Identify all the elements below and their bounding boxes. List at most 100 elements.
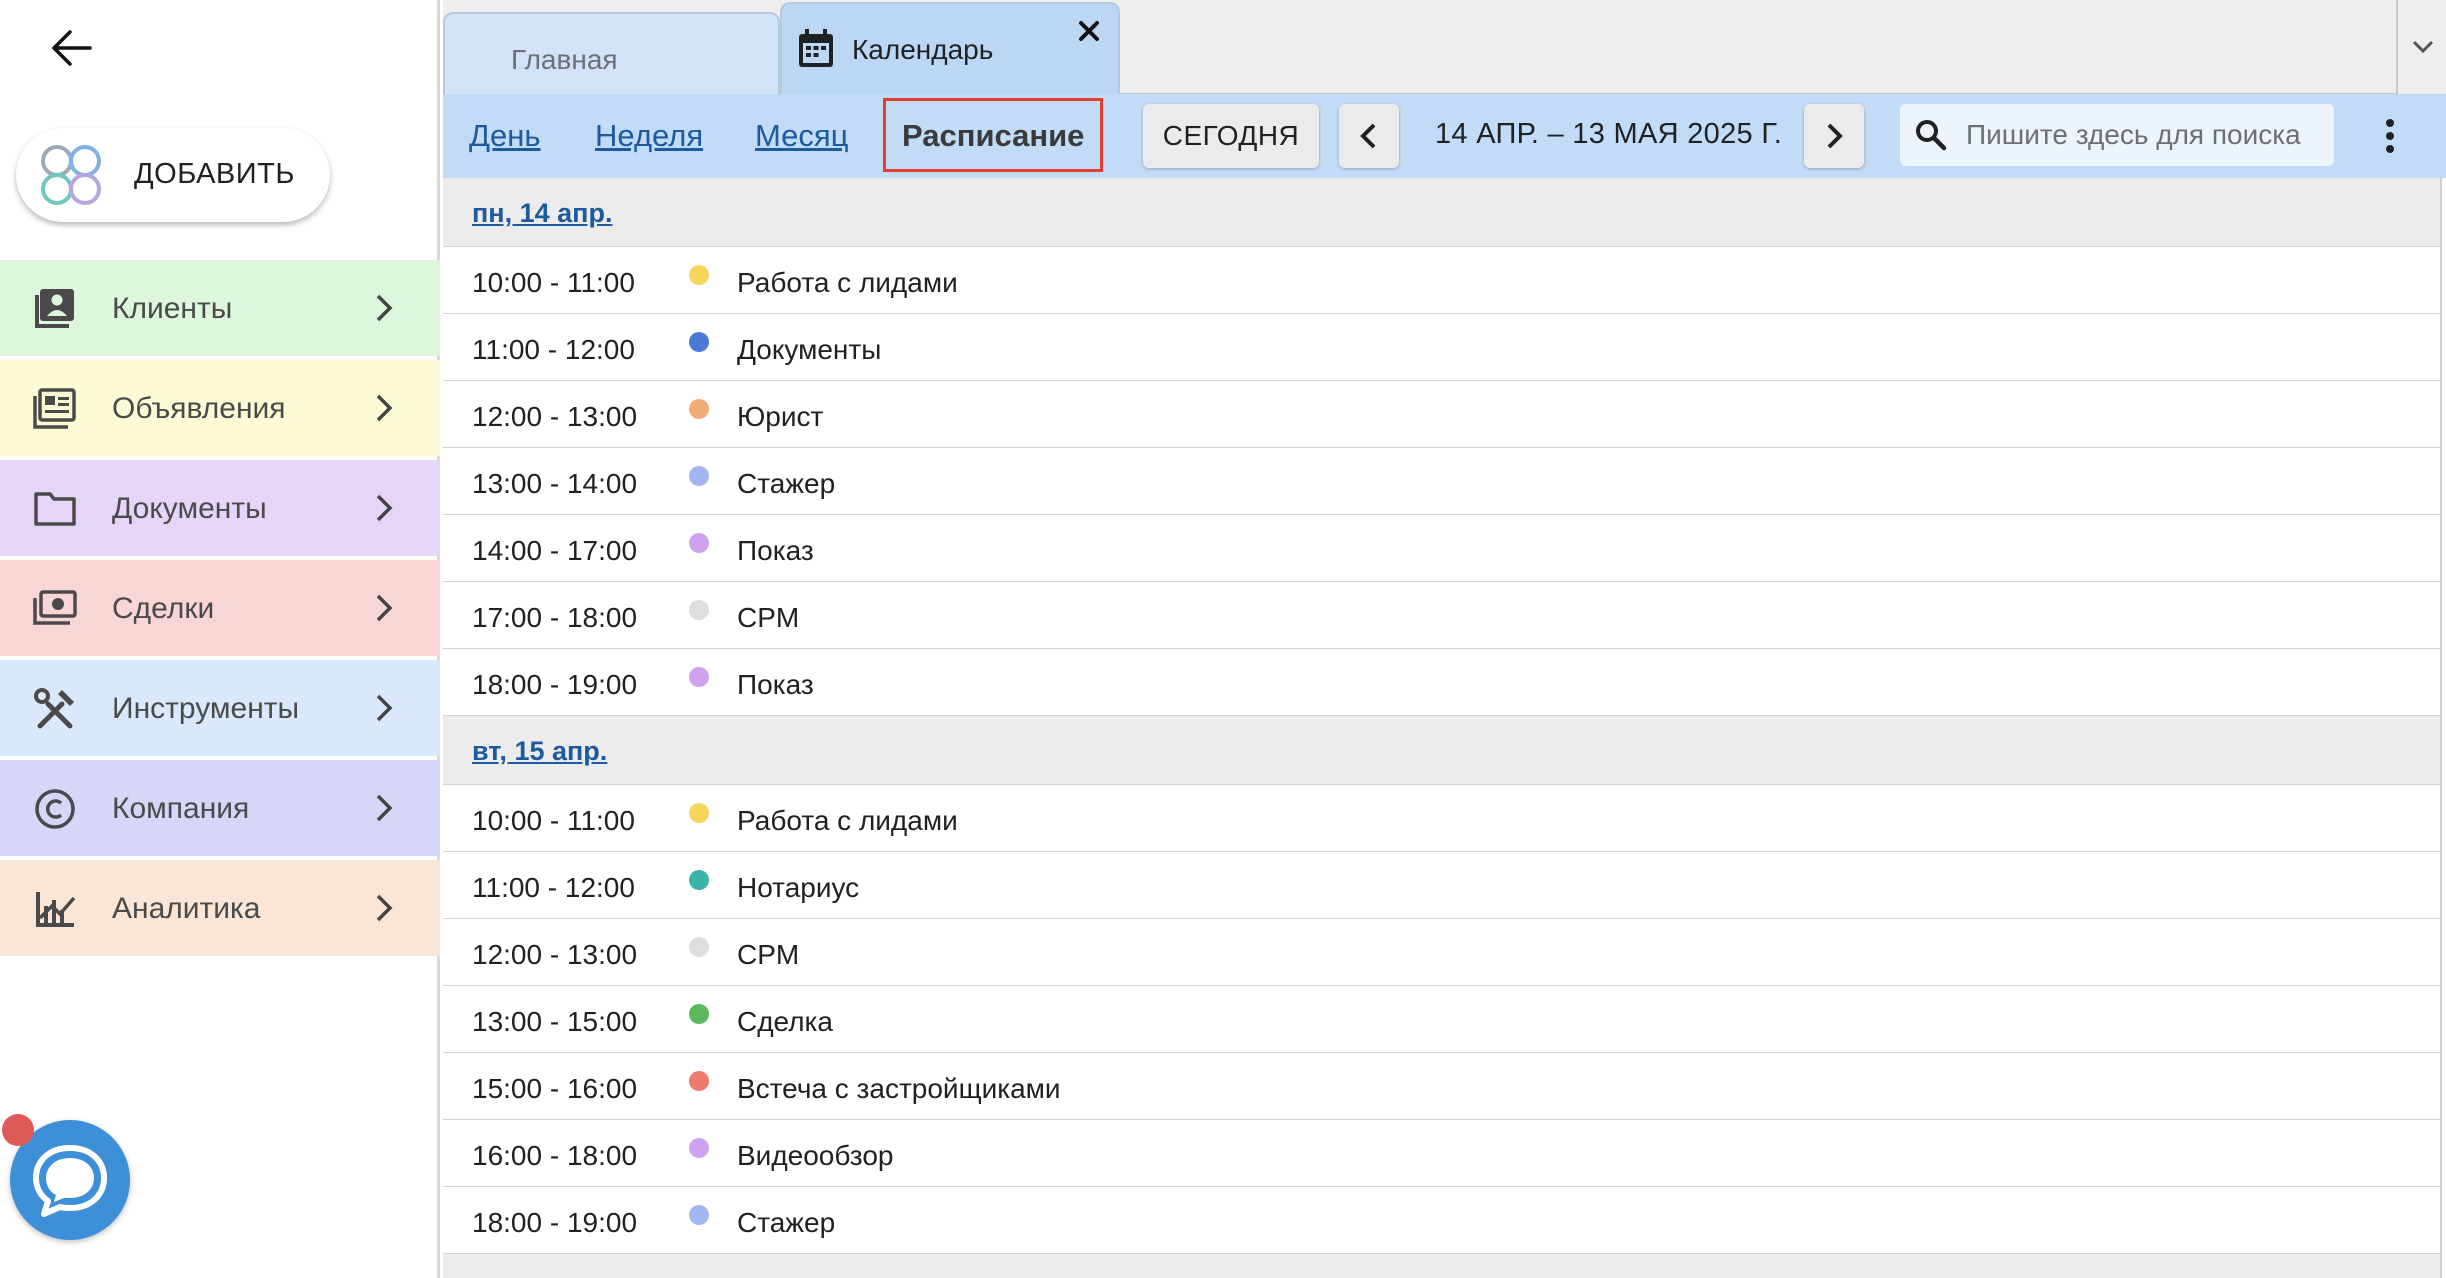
view-schedule-link[interactable]: Расписание (883, 98, 1104, 172)
event-color-dot (689, 1205, 709, 1225)
event-title: Юрист (737, 401, 824, 432)
event-color-dot (689, 332, 709, 352)
event-title: Документы (737, 334, 882, 365)
contacts-icon (35, 289, 74, 328)
event-time: 17:00 - 18:00 (472, 602, 638, 633)
event-row[interactable]: 17:00 - 18:00 CPM (443, 582, 2440, 649)
event-color-dot (689, 937, 709, 957)
event-time: 13:00 - 15:00 (472, 1006, 638, 1037)
search-icon (1916, 120, 1947, 151)
event-row[interactable]: 12:00 - 13:00 CPM (443, 919, 2440, 986)
event-time: 15:00 - 16:00 (472, 1073, 638, 1104)
event-color-dot (689, 667, 709, 687)
event-row[interactable]: 12:00 - 13:00 Юрист (443, 381, 2440, 448)
event-color-dot (689, 1004, 709, 1024)
analytics-icon (36, 892, 76, 927)
view-month-link[interactable]: Месяц (755, 118, 848, 154)
event-row[interactable]: 13:00 - 14:00 Стажер (443, 448, 2440, 515)
tab-calendar[interactable]: Календарь (780, 2, 1120, 94)
sidebar-item-label: Сделки (112, 592, 215, 625)
sidebar-item-label: Инструменты (112, 692, 300, 725)
event-color-dot (689, 399, 709, 419)
event-row[interactable]: 11:00 - 12:00 Нотариус (443, 852, 2440, 919)
prev-range-button[interactable] (1339, 104, 1399, 168)
event-row[interactable]: 18:00 - 19:00 Стажер (443, 1187, 2440, 1254)
sidebar-item-deals[interactable]: Сделки (0, 560, 440, 656)
tab-main[interactable]: Главная (443, 12, 780, 94)
event-row[interactable]: 13:00 - 15:00 Сделка (443, 986, 2440, 1053)
event-title: Встеча с застройщиками (737, 1073, 1061, 1104)
app-logo-icon (41, 145, 101, 205)
chevron-right-icon (376, 494, 393, 522)
day-header (443, 1254, 2440, 1278)
event-title: CPM (737, 939, 800, 970)
sidebar-item-listings[interactable]: Объявления (0, 360, 440, 456)
event-row[interactable]: 18:00 - 19:00 Показ (443, 649, 2440, 716)
event-time: 10:00 - 11:00 (472, 805, 635, 836)
notification-badge (2, 1114, 34, 1146)
event-color-dot (689, 265, 709, 285)
sidebar-item-label: Документы (112, 492, 267, 525)
sidebar-item-tools[interactable]: Инструменты (0, 660, 440, 756)
event-title: Стажер (737, 468, 836, 499)
event-color-dot (689, 803, 709, 823)
chevron-right-icon (1827, 123, 1843, 149)
add-button[interactable]: ДОБАВИТЬ (16, 128, 330, 222)
event-title: Показ (737, 669, 814, 700)
agenda-list: пн, 14 апр. 10:00 - 11:00 Работа с лидами 1… (443, 178, 2442, 1278)
event-time: 12:00 - 13:00 (472, 401, 638, 432)
today-button[interactable]: СЕГОДНЯ (1143, 104, 1319, 168)
event-time: 11:00 - 12:00 (472, 334, 635, 365)
chevron-left-icon (1360, 123, 1376, 149)
search-box[interactable] (1900, 104, 2334, 166)
sidebar-item-label: Компания (112, 792, 250, 825)
chevron-right-icon (376, 394, 393, 422)
event-row[interactable]: 11:00 - 12:00 Документы (443, 314, 2440, 381)
tab-label: Календарь (852, 34, 994, 65)
close-icon[interactable] (1074, 16, 1104, 46)
event-color-dot (689, 533, 709, 553)
event-row[interactable]: 16:00 - 18:00 Видеообзор (443, 1120, 2440, 1187)
event-title: Нотариус (737, 872, 860, 903)
sidebar-item-label: Объявления (112, 392, 286, 425)
event-time: 16:00 - 18:00 (472, 1140, 638, 1171)
event-color-dot (689, 466, 709, 486)
day-link[interactable]: пн, 14 апр. (472, 198, 612, 229)
chevron-right-icon (376, 794, 393, 822)
chevron-down-icon (2412, 40, 2434, 54)
event-row[interactable]: 14:00 - 17:00 Показ (443, 515, 2440, 582)
sidebar: ДОБАВИТЬ Клиенты Объявления Документы Сд… (0, 0, 440, 1278)
chevron-right-icon (376, 894, 393, 922)
more-vert-icon[interactable] (2378, 112, 2402, 160)
event-time: 11:00 - 12:00 (472, 872, 635, 903)
event-row[interactable]: 15:00 - 16:00 Встеча с застройщиками (443, 1053, 2440, 1120)
sidebar-nav: Клиенты Объявления Документы Сделки Инст… (0, 260, 440, 960)
event-title: Сделка (737, 1006, 833, 1037)
event-time: 14:00 - 17:00 (472, 535, 638, 566)
next-range-button[interactable] (1804, 104, 1864, 168)
folder-icon (34, 492, 76, 526)
event-row[interactable]: 10:00 - 11:00 Работа с лидами (443, 785, 2440, 852)
sidebar-item-clients[interactable]: Клиенты (0, 260, 440, 356)
event-time: 18:00 - 19:00 (472, 669, 638, 700)
event-color-dot (689, 1138, 709, 1158)
copyright-icon (35, 789, 75, 829)
view-week-link[interactable]: Неделя (595, 118, 703, 154)
day-header: вт, 15 апр. (443, 716, 2440, 785)
back-arrow-icon[interactable] (44, 24, 100, 72)
event-time: 18:00 - 19:00 (472, 1207, 638, 1238)
sidebar-item-company[interactable]: Компания (0, 760, 440, 856)
event-row[interactable]: 10:00 - 11:00 Работа с лидами (443, 247, 2440, 314)
search-input[interactable] (1966, 114, 2326, 156)
tabs-overflow-button[interactable] (2396, 0, 2446, 94)
sidebar-item-documents[interactable]: Документы (0, 460, 440, 556)
day-header: пн, 14 апр. (443, 178, 2440, 247)
view-day-link[interactable]: День (469, 118, 541, 154)
day-link[interactable]: вт, 15 апр. (472, 736, 607, 767)
event-title: Показ (737, 535, 814, 566)
sidebar-item-analytics[interactable]: Аналитика (0, 860, 440, 956)
event-title: Стажер (737, 1207, 836, 1238)
event-time: 10:00 - 11:00 (472, 267, 635, 298)
event-color-dot (689, 870, 709, 890)
event-time: 12:00 - 13:00 (472, 939, 638, 970)
